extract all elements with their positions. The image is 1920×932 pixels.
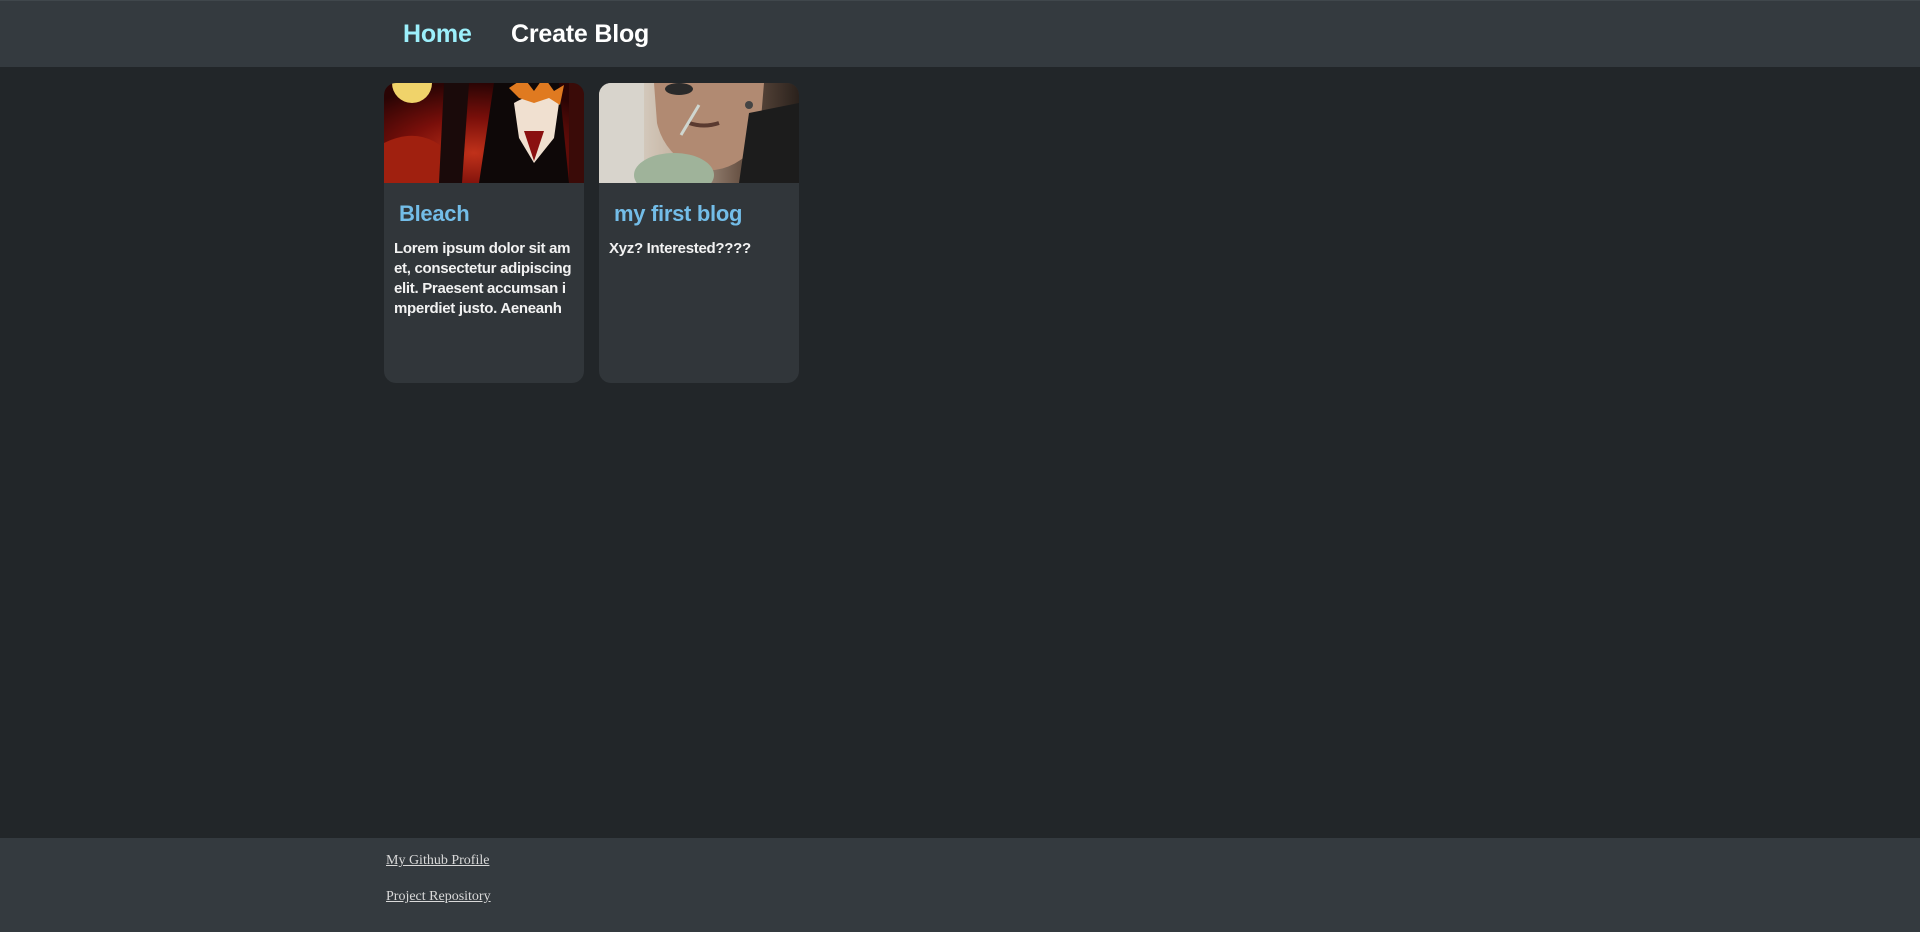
blog-card-excerpt: Lorem ipsum dolor sit amet, consectetur …: [394, 240, 572, 317]
blog-thumbnail-image: [384, 83, 584, 183]
github-profile-link[interactable]: My Github Profile: [386, 853, 489, 869]
blog-card-my-first-blog[interactable]: my first blog Xyz? Interested????: [599, 83, 799, 383]
nav-home-link[interactable]: Home: [403, 20, 472, 49]
blog-card-bleach[interactable]: Bleach Lorem ipsum dolor sit amet, conse…: [384, 83, 584, 383]
top-navbar: Home Create Blog: [0, 0, 1920, 67]
page-footer: My Github Profile Project Repository: [0, 838, 1920, 932]
project-repository-link[interactable]: Project Repository: [386, 889, 491, 905]
blog-card-title: my first blog: [614, 201, 743, 226]
blog-thumbnail-image: [599, 83, 799, 183]
nav-create-blog-link[interactable]: Create Blog: [511, 20, 649, 49]
blog-card-title: Bleach: [399, 201, 470, 226]
blog-card-excerpt: Xyz? Interested????: [609, 240, 751, 257]
